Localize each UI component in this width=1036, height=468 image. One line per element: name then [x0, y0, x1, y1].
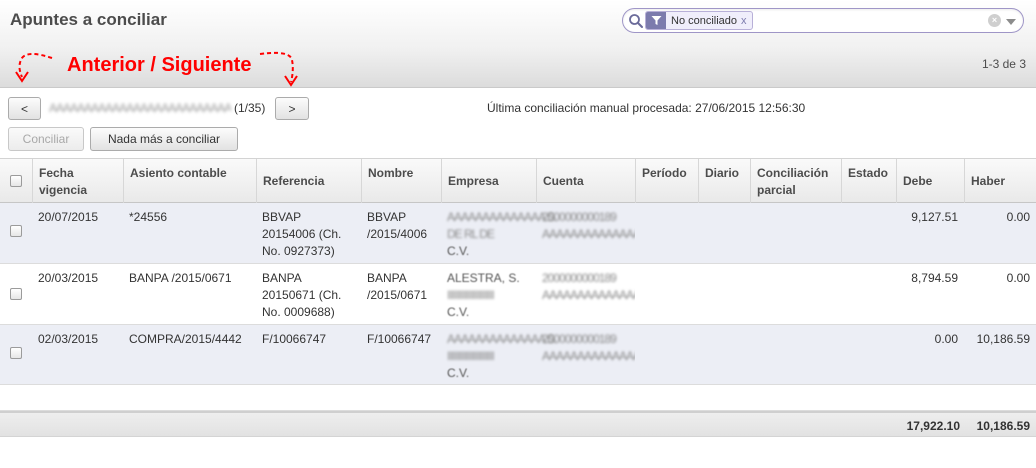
cell-asiento: *24556 — [129, 210, 168, 224]
cuenta-line: AAAAAAAAAAAAAAAA — [542, 349, 635, 363]
column-header-haber[interactable]: Haber — [964, 159, 1036, 203]
total-haber: 10,186.59 — [976, 419, 1030, 433]
pager-value[interactable]: 1-3 de 3 — [982, 57, 1026, 71]
reconcile-button[interactable]: Conciliar — [8, 127, 84, 151]
table-header: Fecha vigencia Asiento contable Referenc… — [0, 158, 1036, 203]
cell-debe: 8,794.59 — [911, 271, 958, 285]
facet-remove-button[interactable]: x — [741, 15, 752, 27]
column-header-diario[interactable]: Diario — [698, 159, 750, 203]
page-title: Apuntes a conciliar — [10, 10, 167, 29]
table-row[interactable]: 02/03/2015 COMPRA/2015/4442 F/10066747 F… — [0, 325, 1036, 385]
cell-haber: 0.00 — [1006, 271, 1030, 285]
empresa-line: C.V. — [447, 366, 470, 380]
row-checkbox[interactable] — [10, 347, 22, 359]
row-checkbox[interactable] — [10, 225, 22, 237]
cell-cuenta: 2000000000189 AAAAAAAAAAAAAAAA — [536, 264, 635, 304]
empresa-line: IIIIIIIIIIIIIIIIIIII — [447, 288, 495, 302]
column-header-estado[interactable]: Estado — [841, 159, 896, 203]
column-header-periodo[interactable]: Período — [635, 159, 698, 203]
cell-haber: 10,186.59 — [976, 332, 1030, 346]
column-header-asiento[interactable]: Asiento contable — [123, 159, 256, 203]
empresa-line: AAAAAAAAAAAAAA S. — [447, 210, 557, 224]
cell-debe: 9,127.51 — [911, 210, 958, 224]
previous-partner-button[interactable]: < — [8, 97, 41, 120]
column-header-empresa[interactable]: Empresa — [441, 159, 536, 203]
cell-fecha: 20/07/2015 — [38, 210, 99, 224]
next-partner-button[interactable]: > — [275, 97, 309, 120]
cell-empresa: AAAAAAAAAAAAAA S. DE RL DE C.V. — [441, 203, 557, 260]
cuenta-line: 2000000000189 — [542, 210, 617, 224]
total-debe: 17,922.10 — [906, 419, 960, 433]
cell-referencia: BANPA 20150671 (Ch. No. 0009688) — [262, 271, 342, 319]
drawer-toggle-icon[interactable] — [1006, 19, 1016, 25]
empresa-line: C.V. — [447, 305, 470, 319]
cuenta-line: AAAAAAAAAAAAAAAA — [542, 288, 635, 302]
cell-fecha: 20/03/2015 — [38, 271, 99, 285]
cuenta-line: 2000000000189 — [542, 271, 617, 285]
empresa-line: DE RL DE — [447, 227, 495, 241]
search-icon — [629, 14, 643, 28]
cell-debe: 0.00 — [934, 332, 958, 346]
partner-name: AAAAAAAAAAAAAAAAAAAAAAAAAAAAAAA — [49, 101, 231, 114]
last-reconcile-info: Última conciliación manual procesada: 27… — [487, 101, 806, 115]
clear-icon[interactable]: × — [988, 14, 1001, 27]
cell-nombre: BBVAP /2015/4006 — [367, 210, 428, 241]
search-box[interactable]: No conciliado x × — [622, 8, 1024, 33]
empresa-line: AAAAAAAAAAAAAA S. — [447, 332, 557, 346]
cuenta-line: AAAAAAAAAAAAAAAA — [542, 227, 635, 241]
empresa-line: C.V. — [447, 244, 470, 258]
annotation-label: Anterior / Siguiente — [67, 54, 252, 76]
cell-referencia: F/10066747 — [262, 332, 327, 346]
cell-asiento: COMPRA/2015/4442 — [129, 332, 242, 346]
nothing-to-reconcile-button[interactable]: Nada más a conciliar — [90, 127, 238, 151]
column-header-cuenta[interactable]: Cuenta — [536, 159, 635, 203]
empty-row — [0, 385, 1036, 411]
cell-nombre: BANPA /2015/0671 — [367, 271, 428, 302]
cell-cuenta: 2000000000189 AAAAAAAAAAAAAAAA — [536, 203, 635, 243]
column-header-conciliacion[interactable]: Conciliación parcial — [750, 159, 841, 203]
column-header-fecha[interactable]: Fecha vigencia — [32, 159, 123, 203]
empresa-line: IIIIIIIIIIIIIIIIIIII — [447, 349, 495, 363]
cell-referencia: BBVAP 20154006 (Ch. No. 0927373) — [262, 210, 342, 258]
column-header-nombre[interactable]: Nombre — [361, 159, 441, 203]
cell-haber: 0.00 — [1006, 210, 1030, 224]
cell-fecha: 02/03/2015 — [38, 332, 99, 346]
column-header-referencia[interactable]: Referencia — [256, 159, 361, 203]
filter-icon — [646, 12, 666, 29]
cell-empresa: ALESTRA, S. IIIIIIIIIIIIIIIIIIII C.V. — [441, 264, 536, 321]
cell-asiento: BANPA /2015/0671 — [129, 271, 232, 285]
empresa-line: ALESTRA, S. — [447, 271, 520, 285]
row-checkbox[interactable] — [10, 288, 22, 300]
select-all-checkbox[interactable] — [10, 175, 22, 187]
cell-empresa: AAAAAAAAAAAAAA S. IIIIIIIIIIIIIIIIIIII C… — [441, 325, 557, 382]
cuenta-line: 2000000000189 — [542, 332, 617, 346]
table-row[interactable]: 20/07/2015 *24556 BBVAP 20154006 (Ch. No… — [0, 203, 1036, 264]
search-facet[interactable]: No conciliado x — [645, 11, 753, 30]
table-row[interactable]: 20/03/2015 BANPA /2015/0671 BANPA 201506… — [0, 264, 1036, 325]
partner-counter: (1/35) — [234, 101, 266, 115]
cell-nombre: F/10066747 — [367, 332, 432, 346]
cell-cuenta: 2000000000189 AAAAAAAAAAAAAAAA — [536, 325, 635, 365]
column-header-debe[interactable]: Debe — [896, 159, 964, 203]
select-all-cell — [0, 159, 32, 203]
facet-label: No conciliado — [671, 14, 738, 27]
table-footer-totals: 17,922.10 10,186.59 — [0, 411, 1036, 437]
